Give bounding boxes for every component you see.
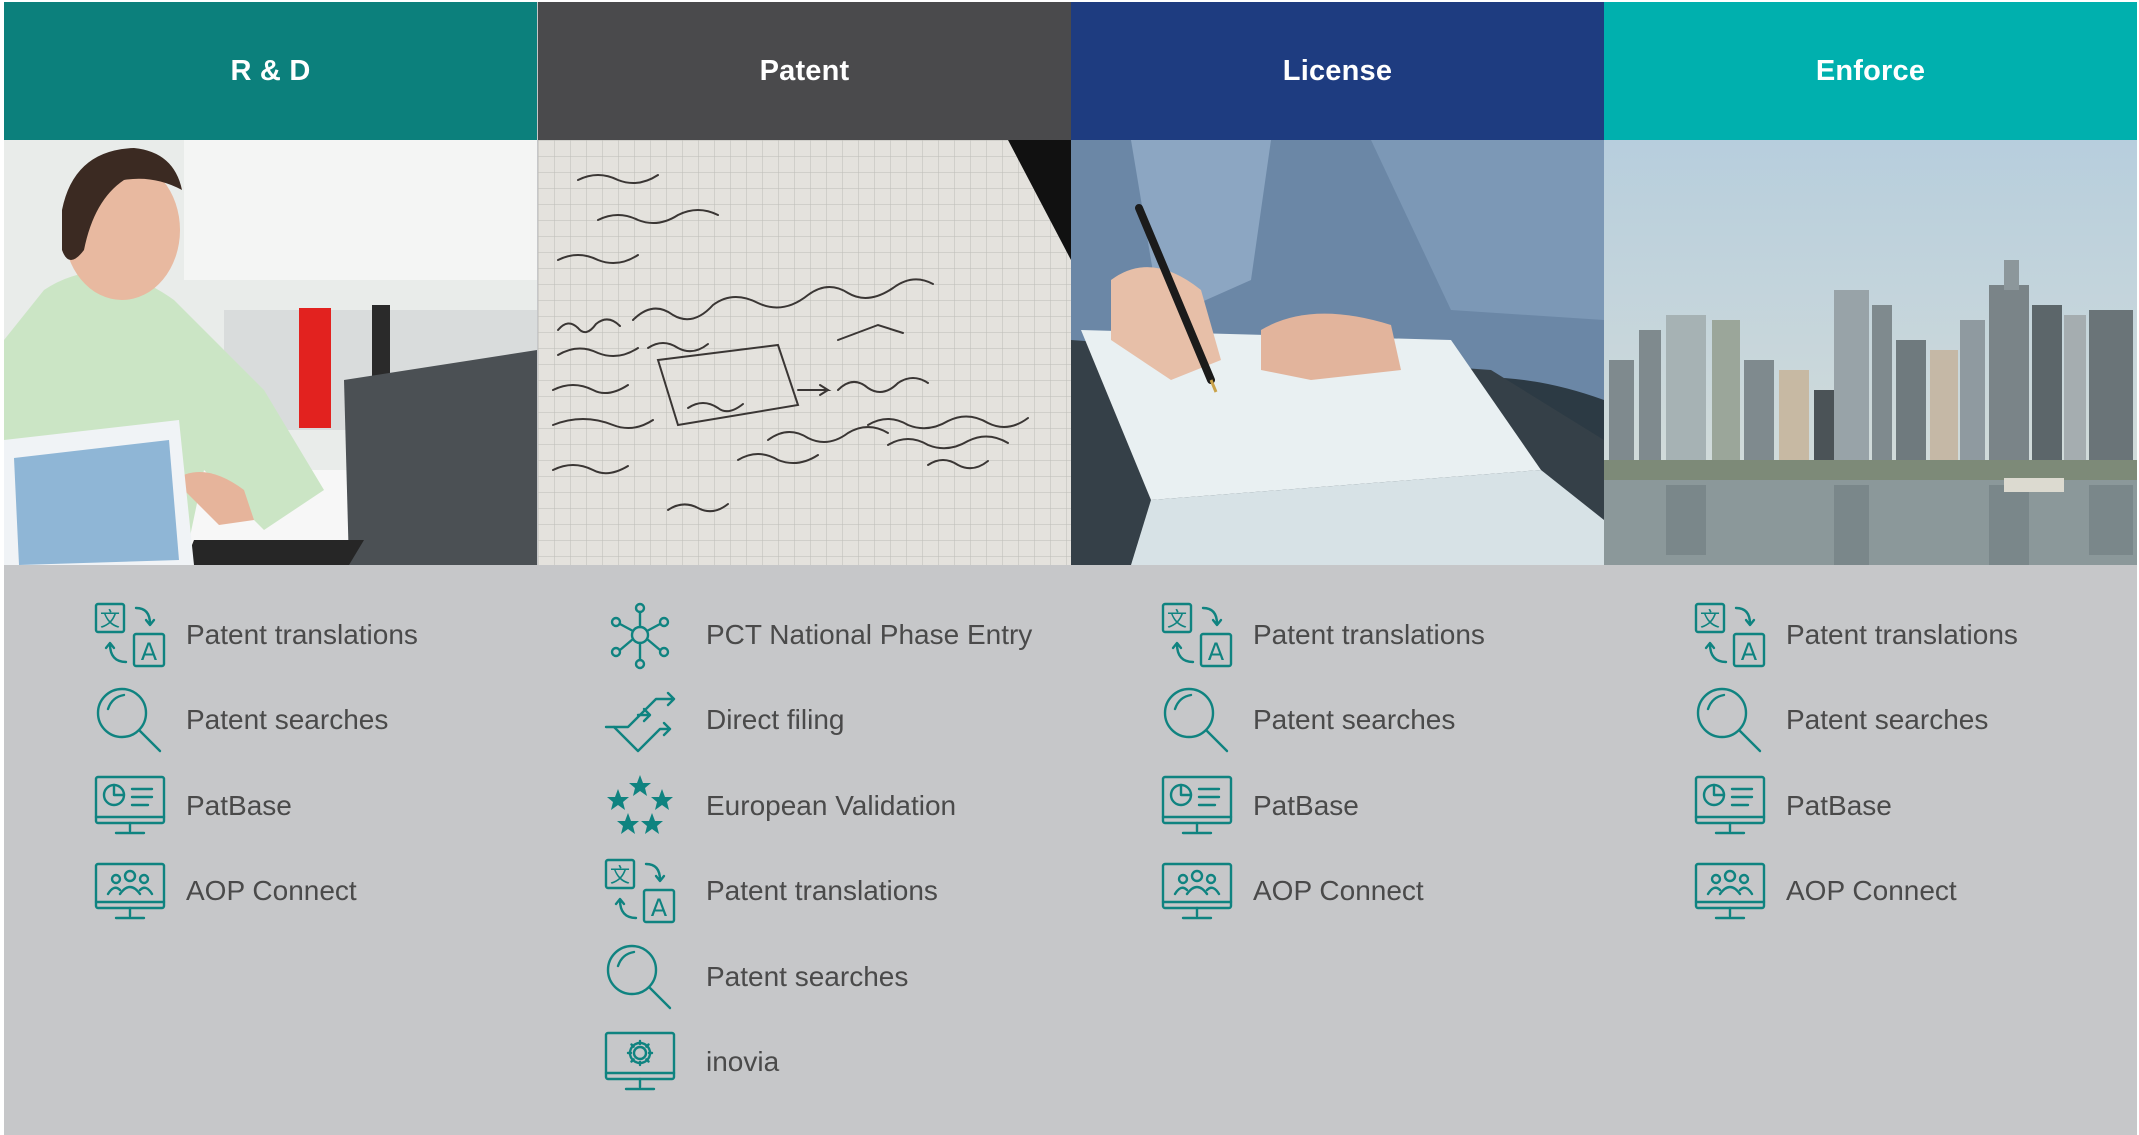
column-title: Patent xyxy=(759,54,850,87)
service-list: 文A Patent translations Patent searches P… xyxy=(1071,565,1604,934)
svg-text:文: 文 xyxy=(1167,607,1187,631)
column-header: R & D xyxy=(4,2,537,140)
service-patent-translations[interactable]: 文A Patent translations xyxy=(602,849,1071,935)
column-header: Patent xyxy=(538,2,1071,140)
service-label: AOP Connect xyxy=(1253,875,1424,907)
service-patent-searches[interactable]: Patent searches xyxy=(92,678,537,764)
svg-text:文: 文 xyxy=(610,863,630,887)
services-grid: R & D 文A Patent translations Patent sear… xyxy=(4,2,2137,1135)
service-label: Patent translations xyxy=(1253,618,1485,650)
svg-text:文: 文 xyxy=(100,607,120,631)
magnifier-icon xyxy=(92,687,168,753)
service-label: Patent translations xyxy=(706,875,938,907)
column-title: License xyxy=(1282,54,1393,87)
network-nodes-icon xyxy=(602,602,678,669)
service-patbase[interactable]: PatBase xyxy=(1692,763,2137,849)
service-aop-connect[interactable]: AOP Connect xyxy=(1692,849,2137,935)
service-aop-connect[interactable]: AOP Connect xyxy=(1159,849,1604,935)
service-label: PatBase xyxy=(1786,789,1892,821)
service-patent-searches[interactable]: Patent searches xyxy=(1692,678,2137,764)
service-label: Patent translations xyxy=(186,618,418,650)
service-label: inovia xyxy=(706,1046,780,1078)
dashboard-monitor-icon xyxy=(1159,773,1235,839)
translate-icon: 文A xyxy=(92,602,168,668)
service-patent-translations[interactable]: 文A Patent translations xyxy=(1692,592,2137,678)
service-pct-national-phase-entry[interactable]: PCT National Phase Entry xyxy=(602,592,1071,678)
service-patent-translations[interactable]: 文A Patent translations xyxy=(92,592,537,678)
service-inovia[interactable]: inovia xyxy=(602,1020,1071,1106)
column-enforce: Enforce 文 A Patent translations Patent s… xyxy=(1604,2,2137,1135)
translate-icon: 文A xyxy=(602,858,678,924)
service-label: PatBase xyxy=(1253,789,1359,821)
service-direct-filing[interactable]: Direct filing xyxy=(602,678,1071,764)
service-european-validation[interactable]: European Validation xyxy=(602,763,1071,849)
service-patent-searches[interactable]: Patent searches xyxy=(602,934,1071,1020)
translate-icon: 文A xyxy=(1692,602,1768,668)
service-label: Patent searches xyxy=(1253,704,1456,736)
service-label: PatBase xyxy=(186,789,292,821)
svg-text:A: A xyxy=(141,638,158,666)
service-label: Patent searches xyxy=(706,960,909,992)
column-header: License xyxy=(1071,2,1604,140)
service-label: AOP Connect xyxy=(1786,875,1957,907)
column-header: Enforce xyxy=(1604,2,2137,140)
svg-text:文: 文 xyxy=(1700,607,1720,631)
service-aop-connect[interactable]: AOP Connect xyxy=(92,849,537,935)
svg-text:A: A xyxy=(1208,638,1225,666)
service-label: AOP Connect xyxy=(186,875,357,907)
column-title: R & D xyxy=(230,54,311,87)
service-label: Patent searches xyxy=(186,704,389,736)
svg-text:A: A xyxy=(651,894,668,922)
service-label: Direct filing xyxy=(706,704,845,736)
users-monitor-icon xyxy=(1692,858,1768,924)
rd-photo xyxy=(4,140,537,565)
enforce-photo xyxy=(1604,140,2137,565)
column-license: License 文A Patent translations Patent se… xyxy=(1071,2,1604,1135)
column-title: Enforce xyxy=(1815,54,1926,87)
service-list: 文A Patent translations Patent searches P… xyxy=(1604,565,2137,934)
service-list: PCT National Phase Entry Direct filing E… xyxy=(538,565,1071,1105)
service-patbase[interactable]: PatBase xyxy=(1159,763,1604,849)
column-patent: Patent PCT National Phase Entry Direct f… xyxy=(538,2,1071,1135)
svg-text:A: A xyxy=(1741,638,1758,666)
license-photo xyxy=(1071,140,1604,565)
service-list: 文A Patent translations Patent searches P… xyxy=(4,565,537,934)
users-monitor-icon xyxy=(1159,858,1235,924)
service-patbase[interactable]: PatBase xyxy=(92,763,537,849)
dashboard-monitor-icon xyxy=(92,773,168,839)
eu-stars-icon xyxy=(602,773,678,839)
magnifier-icon xyxy=(602,944,678,1010)
column-rd: R & D 文A Patent translations Patent sear… xyxy=(4,2,537,1135)
service-label: PCT National Phase Entry xyxy=(706,618,1033,650)
patent-photo xyxy=(538,140,1071,565)
magnifier-icon xyxy=(1159,687,1235,753)
service-label: Patent translations xyxy=(1786,618,2018,650)
magnifier-icon xyxy=(1692,687,1768,753)
translate-icon: 文A xyxy=(1159,602,1235,668)
service-patent-translations[interactable]: 文A Patent translations xyxy=(1159,592,1604,678)
gear-monitor-icon xyxy=(602,1029,678,1095)
service-label: Patent searches xyxy=(1786,704,1989,736)
users-monitor-icon xyxy=(92,858,168,924)
service-label: European Validation xyxy=(706,789,957,821)
direct-arrows-icon xyxy=(602,687,678,753)
dashboard-monitor-icon xyxy=(1692,773,1768,839)
service-patent-searches[interactable]: Patent searches xyxy=(1159,678,1604,764)
